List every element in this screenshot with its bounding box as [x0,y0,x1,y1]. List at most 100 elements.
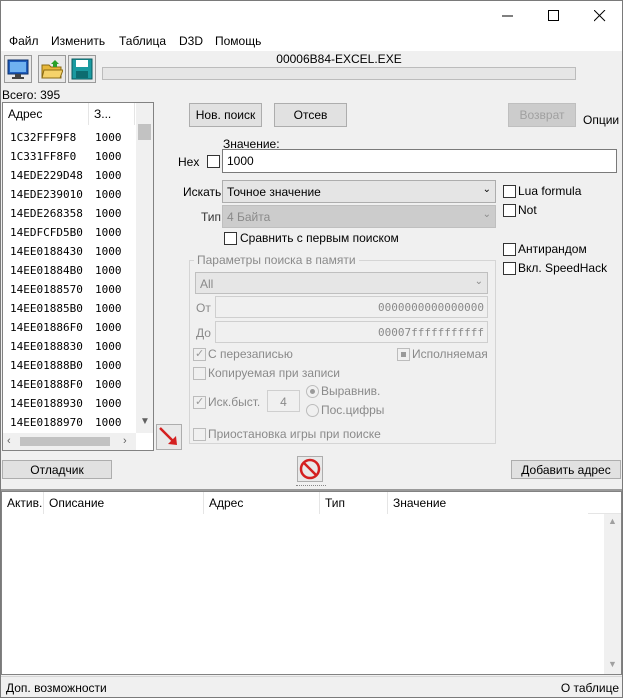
executable-checkbox[interactable] [397,348,410,361]
menu-edit[interactable]: Изменить [51,34,105,48]
compare-first-checkbox[interactable] [224,232,237,245]
not-label: Not [518,203,537,217]
select-process-button[interactable] [4,55,32,83]
new-scan-button[interactable]: Нов. поиск [189,103,262,127]
scroll-up-arrow-icon[interactable]: ▲ [608,516,617,526]
scroll-right-arrow-icon[interactable]: › [123,435,127,447]
found-address-list[interactable]: Адрес З... 1C32FFF9F8 1000 1C331FF8F0 1000 1… [2,102,154,451]
list-item[interactable]: 14EE01884B0 1000 [3,261,135,280]
open-file-button[interactable] [38,55,66,83]
value-type-select[interactable]: 4 Байта ⌄ [222,205,496,228]
menu-help[interactable]: Помощь [215,34,261,48]
list-item[interactable]: 14EE0188930 1000 [3,394,135,413]
copy-on-write-label: Копируемая при записи [208,366,340,380]
pause-game-checkbox[interactable] [193,428,206,441]
close-button[interactable] [577,1,623,31]
scan-type-value: Точное значение [227,185,321,199]
row-address: 14EE0188970 [10,416,83,429]
row-value: 1000 [95,188,122,201]
list-item[interactable]: 14EE0188430 1000 [3,242,135,261]
list-item[interactable]: 14EE0188570 1000 [3,280,135,299]
row-address: 14EE0188930 [10,397,83,410]
horizontal-scrollbar[interactable]: ‹ › [3,433,136,450]
vertical-scrollbar[interactable]: ▼ [136,103,153,433]
floppy-disk-icon [71,58,93,80]
from-label: От [196,301,211,315]
add-to-table-arrow-button[interactable] [156,424,182,450]
menu-table[interactable]: Таблица [119,34,166,48]
stop-scan-button[interactable] [297,456,323,482]
scroll-down-arrow-icon[interactable]: ▼ [140,416,150,427]
cheat-table[interactable]: Актив. Описание Адрес Тип Значение ▲ ▼ [1,491,622,675]
cheat-table-scrollbar[interactable]: ▲ ▼ [604,514,621,674]
executable-label: Исполняемая [412,347,488,361]
minimize-button[interactable] [485,1,531,31]
list-item[interactable]: 14EE01885B0 1000 [3,299,135,318]
row-value: 1000 [95,150,122,163]
last-digits-radio[interactable] [306,404,319,417]
fast-scan-checkbox[interactable] [193,395,206,409]
row-address: 14EDFCFD5B0 [10,226,83,239]
undo-scan-button[interactable]: Возврат [508,103,576,127]
row-address: 14EDE268358 [10,207,83,220]
list-item[interactable]: 14EDE229D48 1000 [3,166,135,185]
column-header-value[interactable]: Значение [388,492,588,514]
maximize-button[interactable] [531,1,577,31]
unrandomizer-label: Антирандом [518,242,587,256]
from-address-input[interactable]: 0000000000000000 [215,296,488,318]
column-header-address[interactable]: Адрес [3,103,89,125]
not-checkbox[interactable] [503,204,516,217]
list-item[interactable]: 14EDE268358 1000 [3,204,135,223]
scan-progress-bar [102,67,576,80]
debugger-button[interactable]: Отладчик [2,460,112,479]
list-item[interactable]: 14EE01886F0 1000 [3,318,135,337]
options-label[interactable]: Опции [583,113,619,127]
list-item[interactable]: 14EE01888B0 1000 [3,356,135,375]
to-address-input[interactable]: 00007fffffffffff [215,321,488,343]
horizontal-scrollbar-thumb[interactable] [20,437,110,446]
red-arrow-icon [159,427,177,445]
memory-region-select[interactable]: All ⌄ [195,272,488,294]
alignment-radio[interactable] [306,385,319,398]
column-header-address[interactable]: Адрес [204,492,320,514]
fast-scan-alignment-input[interactable]: 4 [267,390,300,412]
list-item[interactable]: 14EE0188830 1000 [3,337,135,356]
column-header-active[interactable]: Актив. [2,492,44,514]
scroll-left-arrow-icon[interactable]: ‹ [7,435,11,447]
column-header-type[interactable]: Тип [320,492,388,514]
list-item[interactable]: 14EE0188970 1000 [3,413,135,432]
monitor-icon [7,59,29,79]
menu-file[interactable]: Файл [9,34,39,48]
unrandomizer-checkbox[interactable] [503,243,516,256]
open-folder-icon [41,60,63,79]
column-header-value[interactable]: З... [89,103,135,125]
list-item[interactable]: 1C32FFF9F8 1000 [3,128,135,147]
table-extras-link[interactable]: О таблице [561,681,619,695]
next-scan-button[interactable]: Отсев [274,103,347,127]
save-button[interactable] [68,55,96,83]
menu-d3d[interactable]: D3D [179,34,203,48]
scroll-down-arrow-icon[interactable]: ▼ [608,659,617,669]
indeterminate-mark-icon [401,352,406,357]
add-address-button[interactable]: Добавить адрес [511,460,621,479]
scrollbar-thumb[interactable] [138,124,151,140]
speedhack-checkbox[interactable] [503,262,516,275]
lua-formula-checkbox[interactable] [503,185,516,198]
hex-checkbox[interactable] [207,155,220,168]
value-type-label: Тип [201,210,222,224]
column-header-description[interactable]: Описание [44,492,204,514]
value-input[interactable]: 1000 [222,149,617,173]
scan-type-select[interactable]: Точное значение ⌄ [222,180,496,203]
advanced-options-link[interactable]: Доп. возможности [6,681,107,695]
row-value: 1000 [95,359,122,372]
list-item[interactable]: 14EDFCFD5B0 1000 [3,223,135,242]
list-item[interactable]: 1C331FF8F0 1000 [3,147,135,166]
copy-on-write-checkbox[interactable] [193,367,206,380]
compare-first-label: Сравнить с первым поиском [240,231,399,245]
row-value: 1000 [95,207,122,220]
row-value: 1000 [95,169,122,182]
row-address: 1C32FFF9F8 [10,131,77,144]
list-item[interactable]: 14EE01888F0 1000 [3,375,135,394]
writable-checkbox[interactable] [193,347,206,361]
list-item[interactable]: 14EDE239010 1000 [3,185,135,204]
